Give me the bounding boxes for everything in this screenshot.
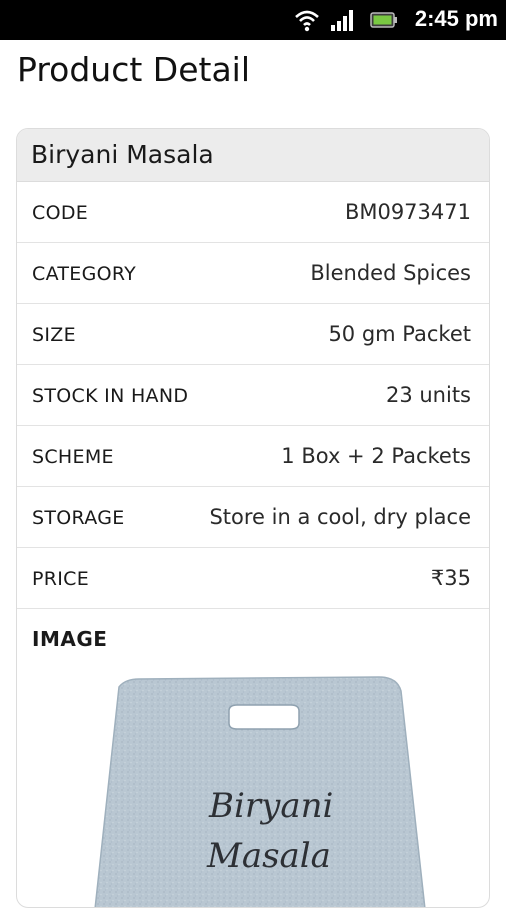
status-bar: 2:45 pm: [0, 0, 506, 40]
field-value: BM0973471: [344, 200, 471, 224]
product-card: Biryani Masala CODE BM0973471 CATEGORY B…: [16, 128, 490, 908]
product-image: Biryani Masala: [94, 676, 426, 907]
field-value: ₹35: [430, 566, 471, 590]
detail-row-price: PRICE ₹35: [17, 548, 489, 609]
detail-row-stock: STOCK IN HAND 23 units: [17, 365, 489, 426]
field-value: 23 units: [385, 383, 471, 407]
field-label: STORAGE: [32, 507, 125, 529]
image-label: IMAGE: [32, 627, 108, 651]
detail-row-scheme: SCHEME 1 Box + 2 Packets: [17, 426, 489, 487]
page-title: Product Detail: [17, 50, 250, 89]
signal-icon: [330, 8, 356, 36]
field-label: CODE: [32, 202, 89, 224]
package-text-line-2: Masala: [206, 836, 331, 876]
battery-icon: [370, 8, 398, 36]
detail-row-size: SIZE 50 gm Packet: [17, 304, 489, 365]
field-label: SIZE: [32, 324, 76, 346]
detail-row-category: CATEGORY Blended Spices: [17, 243, 489, 304]
product-header: Biryani Masala: [17, 129, 489, 182]
field-value: 1 Box + 2 Packets: [281, 444, 471, 468]
wifi-icon: [294, 8, 320, 36]
product-name: Biryani Masala: [31, 140, 214, 169]
detail-row-storage: STORAGE Store in a cool, dry place: [17, 487, 489, 548]
field-value: Blended Spices: [310, 261, 471, 285]
detail-row-code: CODE BM0973471: [17, 182, 489, 243]
field-label: SCHEME: [32, 446, 114, 468]
package-text-line-1: Biryani: [208, 786, 333, 826]
field-label: PRICE: [32, 568, 90, 590]
field-value: Store in a cool, dry place: [209, 505, 471, 529]
field-label: CATEGORY: [32, 263, 137, 285]
field-label: STOCK IN HAND: [32, 385, 189, 407]
status-time: 2:45 pm: [414, 6, 498, 31]
field-value: 50 gm Packet: [328, 322, 471, 346]
